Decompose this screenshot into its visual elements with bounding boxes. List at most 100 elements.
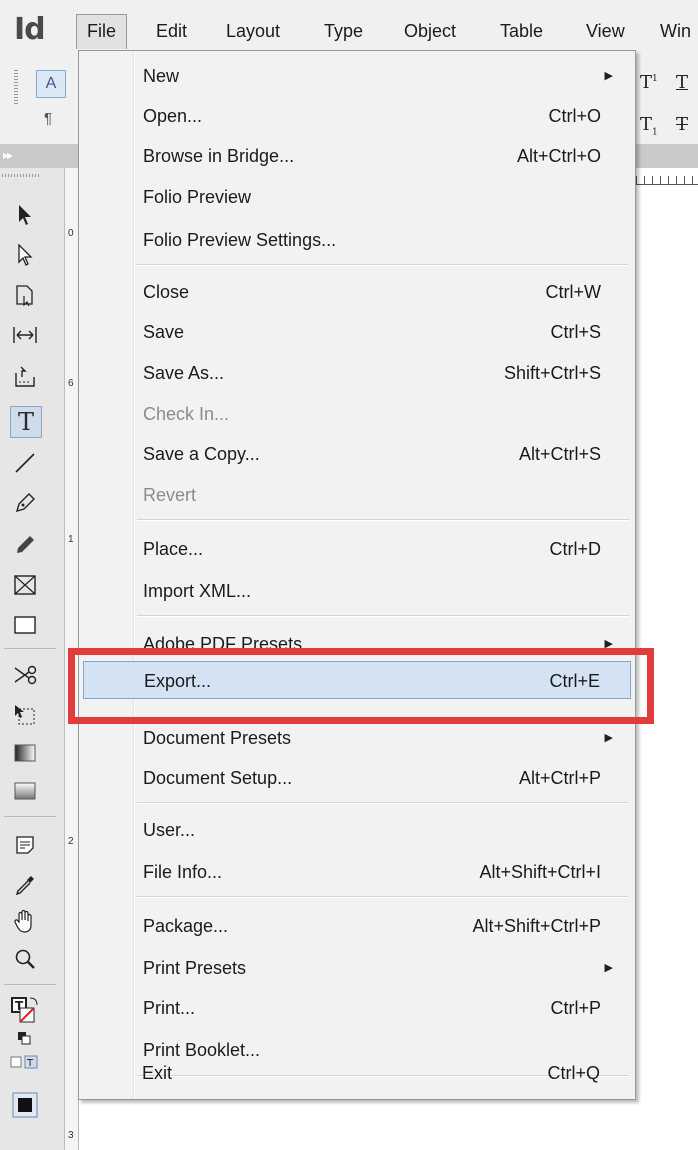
menu-item-label: Exit (142, 1063, 173, 1083)
pen-tool-icon[interactable] (10, 488, 40, 518)
menu-separator (137, 802, 629, 804)
menu-item-save-a-copy[interactable]: Save a Copy... Alt+Ctrl+S (83, 435, 631, 473)
menu-item-label: Place... (143, 539, 204, 559)
menu-item-shortcut: Alt+Ctrl+S (518, 444, 601, 464)
menu-item-import-xml[interactable]: Import XML... (83, 572, 631, 610)
gap-tool-icon[interactable] (10, 320, 40, 350)
gradient-swatch-tool-icon[interactable] (10, 738, 40, 768)
paragraph-controls-button[interactable]: ¶ (44, 110, 52, 127)
menu-item-revert: Revert (83, 476, 631, 514)
note-tool-icon[interactable] (10, 830, 40, 860)
page-tool-icon[interactable] (10, 280, 40, 310)
toolbox-separator (4, 648, 56, 649)
free-transform-tool-icon[interactable] (10, 700, 40, 730)
fill-stroke-swap-icon[interactable]: T (10, 996, 40, 1026)
menu-separator (137, 264, 629, 266)
strikethrough-icon[interactable]: T (676, 114, 688, 135)
selection-tool-icon[interactable] (10, 200, 40, 230)
menu-item-place[interactable]: Place... Ctrl+D (83, 530, 631, 568)
ruler-number: 3 (68, 1130, 74, 1141)
eyedropper-tool-icon[interactable] (10, 870, 40, 900)
menu-item-new[interactable]: New ▶ (83, 57, 631, 95)
menu-item-open[interactable]: Open... Ctrl+O (83, 97, 631, 135)
menu-item-label: Folio Preview Settings... (143, 230, 337, 250)
menu-separator (137, 896, 629, 898)
control-grip-icon[interactable] (14, 70, 18, 104)
menu-item-label: Package... (143, 916, 229, 936)
menu-item-document-setup[interactable]: Document Setup... Alt+Ctrl+P (83, 759, 631, 797)
type-tool-icon[interactable]: T (10, 406, 42, 438)
gradient-feather-tool-icon[interactable] (10, 776, 40, 806)
menu-item-print-presets[interactable]: Print Presets ▶ (83, 949, 631, 987)
scissors-tool-icon[interactable] (10, 660, 40, 690)
menu-item-file-info[interactable]: File Info... Alt+Shift+Ctrl+I (83, 853, 631, 891)
menu-separator (137, 615, 629, 617)
menu-item-shortcut: Ctrl+Q (547, 1063, 600, 1083)
menu-file[interactable]: File (76, 14, 128, 49)
menu-item-user[interactable]: User... (83, 811, 631, 849)
menu-view[interactable]: View (576, 14, 635, 48)
hand-tool-icon[interactable] (10, 906, 40, 936)
formatting-affects-text-icon[interactable]: T (10, 1052, 40, 1072)
menu-item-shortcut: Alt+Shift+Ctrl+I (479, 862, 601, 882)
line-tool-icon[interactable] (10, 448, 40, 478)
menu-item-save-as[interactable]: Save As... Shift+Ctrl+S (83, 354, 631, 392)
normal-view-mode-icon[interactable] (10, 1090, 40, 1120)
menu-item-print[interactable]: Print... Ctrl+P (83, 989, 631, 1027)
ruler-number: 0 (68, 228, 74, 239)
indesign-logo: Id (14, 12, 46, 47)
menu-item-label: Import XML... (143, 581, 252, 601)
menu-item-shortcut: Ctrl+W (545, 282, 602, 302)
toolbox-separator (4, 816, 56, 817)
menu-window[interactable]: Win (650, 14, 698, 48)
menu-item-document-presets[interactable]: Document Presets ▶ (83, 719, 631, 757)
menu-item-browse-in-bridge[interactable]: Browse in Bridge... Alt+Ctrl+O (83, 137, 631, 175)
menu-item-exit[interactable]: Exit Ctrl+Q (82, 1054, 630, 1092)
menu-item-shortcut: Ctrl+S (550, 322, 601, 342)
menu-item-shortcut: Ctrl+P (550, 998, 601, 1018)
rectangle-frame-tool-icon[interactable] (10, 570, 40, 600)
ruler-number: 1 (68, 534, 74, 545)
menu-item-label: Check In... (143, 404, 230, 424)
menu-item-shortcut: Shift+Ctrl+S (503, 363, 601, 383)
direct-selection-tool-icon[interactable] (10, 240, 40, 270)
menu-item-shortcut: Ctrl+D (549, 539, 601, 559)
menu-type[interactable]: Type (314, 14, 373, 48)
menu-item-check-in: Check In... (83, 395, 631, 433)
menu-item-label: File Info... (143, 862, 223, 882)
file-menu-dropdown: New ▶ Open... Ctrl+O Browse in Bridge...… (78, 50, 636, 1100)
zoom-tool-icon[interactable] (10, 944, 40, 974)
submenu-arrow-icon: ▶ (604, 732, 613, 744)
menu-item-label: Close (143, 282, 190, 302)
content-collector-icon[interactable] (10, 362, 40, 392)
menu-item-save[interactable]: Save Ctrl+S (83, 313, 631, 351)
toolbox-grip-icon[interactable] (2, 174, 40, 177)
menu-item-close[interactable]: Close Ctrl+W (83, 273, 631, 311)
menu-item-shortcut: Alt+Ctrl+P (518, 768, 601, 788)
rectangle-tool-icon[interactable] (10, 610, 40, 640)
menu-item-shortcut: Ctrl+O (548, 106, 601, 126)
subscript-icon[interactable]: T1 (640, 114, 658, 138)
menu-item-label: Document Setup... (143, 768, 293, 788)
menu-item-shortcut: Alt+Shift+Ctrl+P (472, 916, 601, 936)
menu-object[interactable]: Object (394, 14, 466, 48)
menu-layout[interactable]: Layout (216, 14, 290, 48)
menu-item-label: Open... (143, 106, 203, 126)
menu-item-label: Print Presets (143, 958, 247, 978)
menu-item-folio-preview[interactable]: Folio Preview (83, 178, 631, 216)
menu-item-folio-preview-settings[interactable]: Folio Preview Settings... (83, 221, 631, 259)
menu-item-label: New (143, 66, 180, 86)
pencil-tool-icon[interactable] (10, 530, 40, 560)
menu-item-label: Save As... (143, 363, 225, 383)
underline-icon[interactable]: T (676, 72, 688, 93)
expand-panel-icon[interactable]: ▸▸ (3, 148, 13, 162)
menu-table[interactable]: Table (490, 14, 553, 48)
character-controls-button[interactable]: A (36, 70, 66, 98)
toolbox-separator (4, 984, 56, 985)
submenu-arrow-icon: ▶ (604, 70, 613, 82)
default-fill-stroke-icon[interactable] (10, 1030, 40, 1046)
menu-item-package[interactable]: Package... Alt+Shift+Ctrl+P (83, 907, 631, 945)
menu-edit[interactable]: Edit (146, 14, 197, 48)
superscript-icon[interactable]: T1 (640, 72, 658, 93)
menu-item-label: Browse in Bridge... (143, 146, 295, 166)
